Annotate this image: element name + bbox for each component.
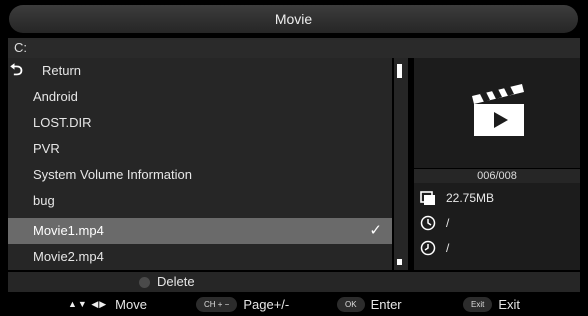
help-enter: OK Enter	[337, 293, 402, 316]
help-page: CH + − Page+/-	[196, 293, 289, 316]
help-move-label: Move	[115, 297, 147, 312]
list-item-label: Android	[33, 89, 78, 104]
list-item-movie1[interactable]: Movie1.mp4 ✓	[8, 218, 392, 244]
scrollbar[interactable]	[394, 58, 408, 270]
list-item-bug[interactable]: bug	[8, 188, 392, 214]
list-item-pvr[interactable]: PVR	[8, 136, 392, 162]
help-exit-label: Exit	[498, 297, 521, 312]
direction-keys-icon: ▲▼ ◀▶	[68, 299, 108, 309]
return-label: Return	[42, 63, 82, 78]
list-item-label: LOST.DIR	[33, 115, 92, 130]
list-item-lost-dir[interactable]: LOST.DIR	[8, 110, 392, 136]
time-value-1: /	[446, 216, 450, 230]
ok-key-icon: OK	[337, 297, 365, 312]
help-enter-label: Enter	[370, 297, 402, 312]
list-item-movie2[interactable]: Movie2.mp4	[8, 244, 392, 270]
scroll-end-marker	[397, 259, 402, 265]
list-item-android[interactable]: Android	[8, 84, 392, 110]
page-title: Movie	[274, 11, 313, 27]
checkmark-icon: ✓	[369, 222, 382, 239]
info-time2-row: /	[420, 238, 449, 258]
help-page-label: Page+/-	[243, 297, 290, 312]
file-counter: 006/008	[414, 169, 580, 183]
exit-key-icon: Exit	[463, 297, 493, 312]
list-item-system-volume-information[interactable]: System Volume Information	[8, 162, 392, 188]
path-bar: C:	[8, 38, 580, 58]
info-size-row: 22.75MB	[420, 188, 494, 208]
time-value-2: /	[446, 241, 450, 255]
list-item-label: Movie2.mp4	[33, 249, 104, 264]
clock-icon	[420, 215, 436, 231]
preview-panel	[414, 58, 580, 168]
help-exit: Exit Exit	[463, 293, 520, 316]
scroll-thumb[interactable]	[397, 64, 402, 78]
file-size-value: 22.75MB	[446, 191, 495, 205]
path-label: C:	[14, 40, 27, 55]
info-time1-row: /	[420, 213, 449, 233]
file-list: ⮌ Return Android LOST.DIR PVR System Vol…	[8, 58, 392, 270]
list-item-label: bug	[33, 193, 55, 208]
return-row[interactable]: ⮌ Return	[8, 58, 392, 84]
help-move: ▲▼ ◀▶ Move	[68, 293, 147, 316]
return-arrow-icon: ⮌	[10, 62, 23, 79]
list-item-label: Movie1.mp4	[33, 223, 104, 238]
timer-icon	[420, 240, 436, 256]
help-bar: ▲▼ ◀▶ Move CH + − Page+/- OK Enter Exit …	[0, 293, 588, 316]
list-item-label: System Volume Information	[33, 167, 192, 182]
ch-key-icon: CH + −	[196, 297, 238, 312]
file-size-icon	[420, 191, 435, 205]
action-bar: Delete	[8, 272, 580, 292]
delete-button[interactable]: Delete	[157, 272, 195, 292]
clapperboard-play-icon	[472, 84, 524, 136]
red-key-icon	[139, 277, 150, 288]
title-bar: Movie	[9, 5, 578, 33]
list-item-label: PVR	[33, 141, 60, 156]
file-info-panel: 22.75MB / /	[414, 183, 580, 270]
